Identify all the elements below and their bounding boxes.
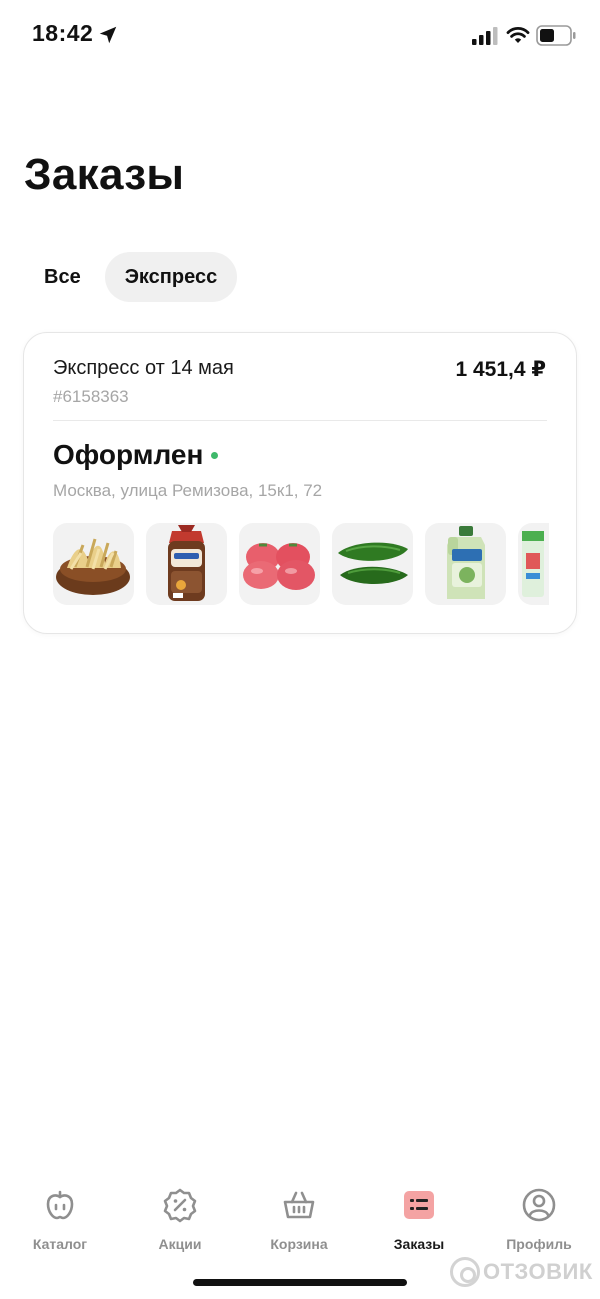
- watermark-text: ОТЗОВИК: [483, 1259, 593, 1284]
- tab-express[interactable]: Экспресс: [104, 252, 238, 302]
- orders-list-icon: [404, 1191, 434, 1219]
- product-pack-image[interactable]: [518, 523, 549, 605]
- order-card[interactable]: Экспресс от 14 мая 1 451,4 ₽ #6158363 Оф…: [23, 332, 577, 634]
- order-title: Экспресс от 14 мая: [53, 357, 234, 379]
- cucumbers-image[interactable]: [332, 523, 413, 605]
- tomatoes-image[interactable]: [239, 523, 320, 605]
- order-status: Оформлен: [53, 439, 219, 471]
- order-number: #6158363: [53, 387, 129, 406]
- home-indicator: [193, 1279, 407, 1286]
- status-bar: 18:42: [0, 0, 600, 72]
- wifi-icon: [506, 27, 530, 43]
- location-arrow-icon: [99, 26, 117, 44]
- profile-icon: [522, 1188, 556, 1222]
- nav-orders[interactable]: Заказы: [369, 1187, 469, 1252]
- apple-icon: [46, 1190, 74, 1220]
- nav-label-promotions: Акции: [158, 1236, 202, 1252]
- status-time: 18:42: [32, 20, 94, 46]
- nav-label-profile: Профиль: [506, 1236, 572, 1252]
- watermark: ОТЗОВИК: [450, 1257, 593, 1287]
- nav-cart[interactable]: Корзина: [249, 1187, 349, 1252]
- order-status-label: Оформлен: [53, 439, 204, 470]
- nav-catalog[interactable]: Каталог: [10, 1187, 110, 1252]
- tab-all[interactable]: Все: [24, 252, 101, 302]
- divider: [53, 420, 547, 421]
- nav-promotions[interactable]: Акции: [130, 1187, 230, 1252]
- battery-icon: [536, 25, 576, 46]
- cell-signal-icon: [472, 27, 498, 45]
- order-filter-tabs: Все Экспресс: [24, 252, 238, 302]
- page-title: Заказы: [24, 150, 185, 199]
- nav-label-orders: Заказы: [393, 1236, 445, 1252]
- percent-badge-icon: [163, 1188, 197, 1223]
- nav-label-catalog: Каталог: [32, 1236, 88, 1252]
- status-dot: [211, 451, 219, 459]
- watermark-logo-icon: [450, 1257, 480, 1287]
- order-price: 1 451,4 ₽: [455, 358, 546, 381]
- noodles-bowl-image[interactable]: [53, 523, 134, 605]
- detergent-bottle-image[interactable]: [425, 523, 506, 605]
- bread-pack-image[interactable]: [146, 523, 227, 605]
- bottom-nav: Каталог Акции Корзина Заказы Профиль: [0, 1175, 600, 1265]
- nav-profile[interactable]: Профиль: [489, 1187, 589, 1252]
- order-address: Москва, улица Ремизова, 15к1, 72: [53, 481, 323, 500]
- product-thumbnails: [53, 523, 549, 605]
- basket-icon: [283, 1191, 315, 1219]
- nav-label-cart: Корзина: [270, 1236, 328, 1252]
